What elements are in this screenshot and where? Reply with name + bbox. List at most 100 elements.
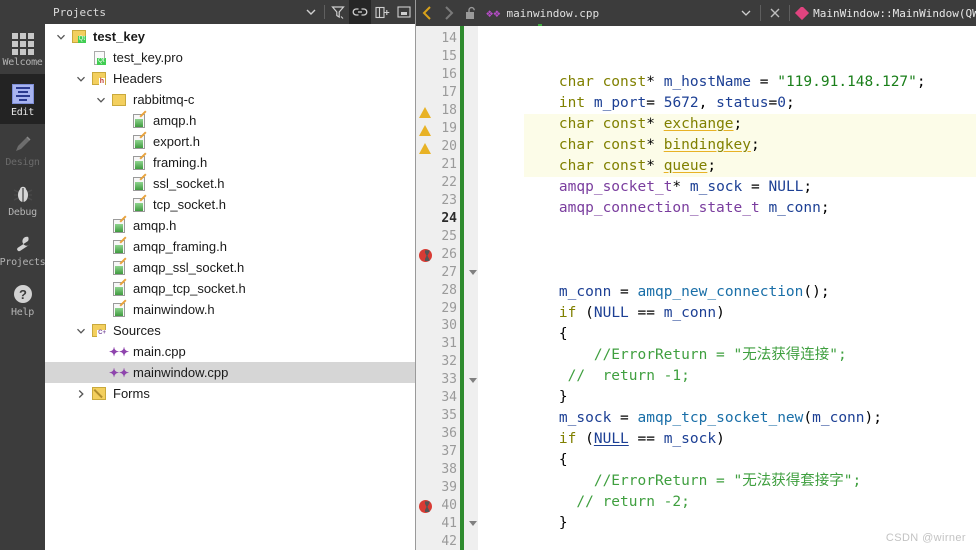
gutter-line-38[interactable]: 38 [416,461,478,479]
warning-icon[interactable] [417,122,433,139]
navigate-forward-button[interactable] [438,0,460,26]
code-text-area[interactable]: char const* m_hostName = "119.91.148.127… [478,26,976,550]
current-file-tab[interactable]: ❖❖ mainwindow.cpp [482,7,599,20]
mode-item-debug[interactable]: Debug [0,174,45,224]
gutter-line-27[interactable]: 27 [416,263,478,281]
gutter-line-34[interactable]: 34 [416,389,478,407]
line-number-gutter[interactable]: 14 15 16 17 18 19 20 21 22 23 24 25 26 27 28 29 30 31 32 33… [416,26,478,550]
code-line-21[interactable]: amqp_socket_t* m_sock = NULL; [524,177,976,198]
code-line-23[interactable] [524,219,976,240]
chevron-down-icon[interactable] [53,32,69,42]
gutter-line-33[interactable]: 33 [416,371,478,389]
gutter-line-28[interactable]: 28 [416,281,478,299]
code-line-32[interactable]: m_sock = amqp_tcp_socket_new(m_conn); [524,408,976,429]
gutter-line-21[interactable]: 21 [416,156,478,174]
file-list-dropdown-button[interactable] [735,0,757,26]
breakpoint-icon[interactable] [417,498,433,515]
code-line-20[interactable]: char const* queue; [524,156,976,177]
gutter-line-41[interactable]: 41 [416,514,478,532]
code-line-25[interactable] [524,261,976,282]
tree-item-mainwindow-cpp[interactable]: ✦✦ mainwindow.cpp [45,362,415,383]
code-fold-toggle-icon[interactable] [469,270,477,276]
chevron-down-icon[interactable] [73,326,89,336]
gutter-line-30[interactable]: 30 [416,317,478,335]
split-add-icon[interactable] [371,0,393,24]
gutter-line-31[interactable]: 31 [416,335,478,353]
close-file-button[interactable] [764,0,786,26]
gutter-line-15[interactable]: 15 [416,48,478,66]
chevron-down-icon[interactable] [93,95,109,105]
gutter-line-22[interactable]: 22 [416,174,478,192]
code-line-35[interactable]: //ErrorReturn = "无法获得套接字"; [524,471,976,492]
gutter-line-18[interactable]: 18 [416,102,478,120]
link-icon[interactable] [349,0,371,24]
gutter-line-37[interactable]: 37 [416,443,478,461]
gutter-line-26[interactable]: 26 [416,245,478,263]
tree-item-framing-h[interactable]: framing.h [45,152,415,173]
chevron-down-icon[interactable] [73,74,89,84]
code-line-16[interactable]: char const* m_hostName = "119.91.148.127… [524,72,976,93]
tree-item-mainwindow-h[interactable]: mainwindow.h [45,299,415,320]
tree-item-amqp-h[interactable]: amqp.h [45,215,415,236]
tree-item-headers[interactable]: Headers [45,68,415,89]
tree-item-test-key[interactable]: test_key [45,26,415,47]
tree-item-main-cpp[interactable]: ✦✦ main.cpp [45,341,415,362]
code-line-29[interactable]: //ErrorReturn = "无法获得连接"; [524,345,976,366]
mode-item-welcome[interactable]: Welcome [0,24,45,74]
tree-item-sources[interactable]: Sources [45,320,415,341]
tree-item-amqp-h[interactable]: amqp.h [45,110,415,131]
gutter-line-29[interactable]: 29 [416,299,478,317]
mode-item-edit[interactable]: Edit [0,74,45,124]
gutter-line-36[interactable]: 36 [416,425,478,443]
chevron-down-icon[interactable] [300,0,322,24]
gutter-line-35[interactable]: 35 [416,407,478,425]
code-line-31[interactable]: } [524,387,976,408]
breakpoint-icon[interactable] [417,247,433,264]
symbol-dropdown[interactable]: MainWindow::MainWindow(QWidget *) -> voi [793,6,976,20]
tree-item-tcp-socket-h[interactable]: tcp_socket.h [45,194,415,215]
code-line-34[interactable]: { [524,450,976,471]
gutter-line-32[interactable]: 32 [416,353,478,371]
code-line-15[interactable] [524,51,976,72]
code-line-38[interactable] [524,534,976,550]
code-line-17[interactable]: int m_port= 5672, status=0; [524,93,976,114]
tree-item-ssl-socket-h[interactable]: ssl_socket.h [45,173,415,194]
gutter-line-17[interactable]: 17 [416,84,478,102]
code-fold-toggle-icon[interactable] [469,521,477,527]
tree-item-test-key-pro[interactable]: test_key.pro [45,47,415,68]
gutter-line-20[interactable]: 20 [416,138,478,156]
warning-icon[interactable] [417,104,433,121]
filter-icon[interactable] [327,0,349,24]
code-line-18[interactable]: char const* exchange; [524,114,976,135]
code-line-30[interactable]: // return -1; [524,366,976,387]
chevron-right-icon[interactable] [73,389,89,399]
gutter-line-16[interactable]: 16 [416,66,478,84]
tree-item-forms[interactable]: Forms [45,383,415,404]
mode-item-projects[interactable]: Projects [0,224,45,274]
gutter-line-23[interactable]: 23 [416,191,478,209]
navigate-back-button[interactable] [416,0,438,26]
code-line-33[interactable]: if (NULL == m_sock) [524,429,976,450]
gutter-line-42[interactable]: 42 [416,532,478,550]
code-line-37[interactable]: } [524,513,976,534]
mode-item-design[interactable]: Design [0,124,45,174]
project-file-tree[interactable]: test_key test_key.pro Headers rabbitmq-c amq… [45,24,415,550]
gutter-line-24[interactable]: 24 [416,209,478,227]
tree-item-amqp-framing-h[interactable]: amqp_framing.h [45,236,415,257]
code-line-14[interactable] [524,30,976,51]
code-line-22[interactable]: amqp_connection_state_t m_conn; [524,198,976,219]
tree-item-rabbitmq-c[interactable]: rabbitmq-c [45,89,415,110]
code-line-19[interactable]: char const* bindingkey; [524,135,976,156]
tree-item-amqp-ssl-socket-h[interactable]: amqp_ssl_socket.h [45,257,415,278]
code-line-28[interactable]: { [524,324,976,345]
minimize-icon[interactable] [393,0,415,24]
code-line-26[interactable]: m_conn = amqp_new_connection(); [524,282,976,303]
code-line-27[interactable]: if (NULL == m_conn) [524,303,976,324]
warning-icon[interactable] [417,140,433,157]
tree-item-export-h[interactable]: export.h [45,131,415,152]
gutter-line-14[interactable]: 14 [416,30,478,48]
mode-item-help[interactable]: ? Help [0,274,45,324]
unlocked-padlock-icon[interactable] [460,0,482,26]
gutter-line-40[interactable]: 40 [416,496,478,514]
gutter-line-19[interactable]: 19 [416,120,478,138]
